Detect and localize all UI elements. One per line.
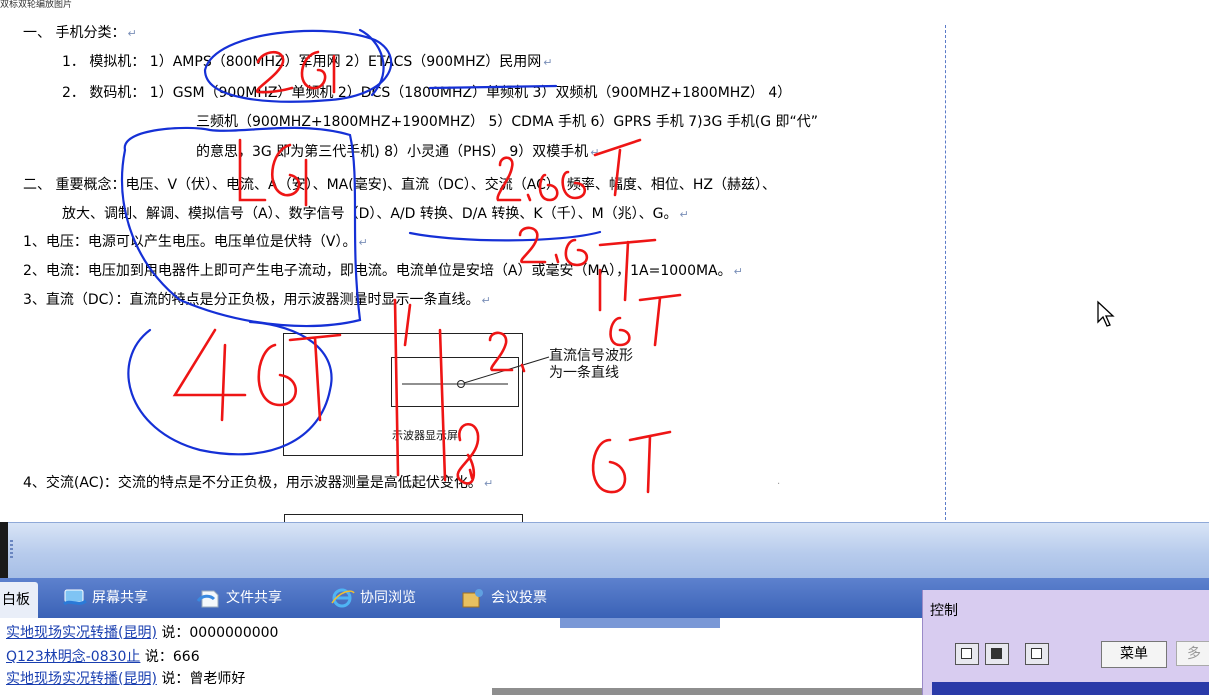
screen-share-icon <box>62 587 88 609</box>
pause-button[interactable] <box>955 643 979 665</box>
oscilloscope-frame-2 <box>284 514 523 522</box>
video-strip <box>492 688 922 695</box>
document-page: 双标双轮编放图片 一、 手机分类： ↵ 1． 模拟机： 1）AMPS（800MHZ… <box>0 0 1209 522</box>
vote-icon <box>461 587 487 609</box>
menu-button[interactable]: 菜单 <box>1101 641 1167 668</box>
panel-splitter[interactable] <box>8 522 1209 579</box>
control-panel-footer <box>932 682 1209 695</box>
stop-button[interactable] <box>985 643 1009 665</box>
chat-message: Q123林明念-0830止 说：666 <box>6 649 200 665</box>
tab-co-browse[interactable]: 协同浏览 <box>330 583 416 613</box>
chat-user-link[interactable]: Q123林明念-0830止 <box>6 649 140 665</box>
chat-panel: 实地现场实况转播(昆明) 说：0000000000 Q123林明念-0830止 … <box>0 618 922 695</box>
mouse-pointer-icon <box>1097 300 1115 327</box>
tab-vote[interactable]: 会议投票 <box>461 583 547 613</box>
chat-message: 实地现场实况转播(昆明) 说：曾老师好 <box>6 671 246 687</box>
browser-e-icon <box>330 587 356 609</box>
doc-line-11: 4、交流(AC)：交流的特点是不分正负极，用示波器测量是高低起伏变化。 ↵ <box>23 475 494 491</box>
more-button[interactable]: 多 <box>1176 641 1209 666</box>
chat-panel-handle[interactable] <box>560 618 720 628</box>
page-margin-line <box>945 25 946 520</box>
play-button[interactable] <box>1025 643 1049 665</box>
file-share-icon <box>196 587 222 609</box>
control-panel-title: 控制 <box>930 603 958 619</box>
splitter-grip-icon[interactable] <box>10 540 13 558</box>
chat-user-link[interactable]: 实地现场实况转播(昆明) <box>6 671 157 687</box>
chat-message: 实地现场实况转播(昆明) 说：0000000000 <box>6 625 279 641</box>
oscilloscope-trace <box>402 356 550 388</box>
chat-user-link[interactable]: 实地现场实况转播(昆明) <box>6 625 157 641</box>
stray-dot: · <box>777 479 781 490</box>
tab-screen-share[interactable]: 屏幕共享 <box>62 583 148 613</box>
tab-file-share[interactable]: 文件共享 <box>196 583 282 613</box>
oscilloscope-label: 示波器显示屏 <box>392 429 458 442</box>
tab-whiteboard[interactable]: 白板 <box>0 582 38 618</box>
oscilloscope-annotation: 直流信号波形 为一条直线 <box>549 348 633 381</box>
